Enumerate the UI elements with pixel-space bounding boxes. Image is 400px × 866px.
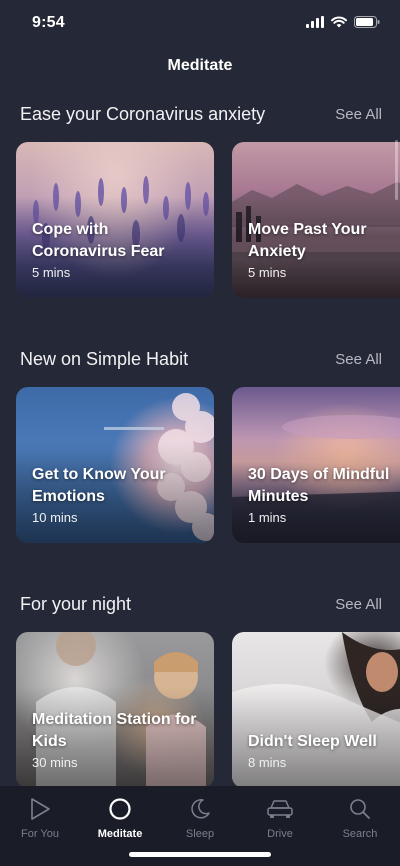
car-icon xyxy=(267,800,293,818)
see-all-button[interactable]: See All xyxy=(335,106,382,123)
status-icons xyxy=(306,16,380,28)
tab-search[interactable]: Search xyxy=(320,796,400,840)
meditation-card[interactable]: Didn't Sleep Well 8 mins xyxy=(232,632,400,788)
card-duration: 8 mins xyxy=(248,755,287,770)
section-coronavirus: Ease your Coronavirus anxiety See All Co… xyxy=(0,104,400,298)
section-new: New on Simple Habit See All Get to Know … xyxy=(0,349,400,543)
see-all-button[interactable]: See All xyxy=(335,351,382,368)
card-title: Cope with Coronavirus Fear xyxy=(32,221,165,260)
search-icon xyxy=(350,799,370,819)
status-time: 9:54 xyxy=(32,14,65,31)
section-night: For your night See All Meditation Statio… xyxy=(0,594,400,788)
meditation-card[interactable]: Meditation Station for Kids 30 mins xyxy=(16,632,214,788)
page-title: Meditate xyxy=(167,57,233,74)
card-title: Meditation Station for Kids xyxy=(32,711,197,750)
card-row[interactable]: Meditation Station for Kids 30 mins Didn… xyxy=(16,632,400,788)
tab-sleep[interactable]: Sleep xyxy=(160,796,240,840)
wifi-icon xyxy=(331,16,347,28)
card-duration: 5 mins xyxy=(32,265,71,280)
card-title: Get to Know Your Emotions xyxy=(32,466,166,505)
cellular-signal-icon xyxy=(306,16,324,28)
meditation-card[interactable]: Move Past Your Anxiety 5 mins xyxy=(232,142,400,298)
section-title: For your night xyxy=(20,594,132,614)
status-bar: 9:54 xyxy=(0,0,400,48)
card-row[interactable]: Cope with Coronavirus Fear 5 mins Move P… xyxy=(16,142,400,298)
meditation-card[interactable]: Cope with Coronavirus Fear 5 mins xyxy=(16,142,214,298)
section-title: New on Simple Habit xyxy=(20,349,189,369)
tab-label: Search xyxy=(342,828,378,840)
home-indicator[interactable] xyxy=(129,852,271,857)
tab-meditate[interactable]: Meditate xyxy=(80,796,160,840)
tab-for-you[interactable]: For You xyxy=(0,796,80,840)
section-title: Ease your Coronavirus anxiety xyxy=(20,104,266,124)
tab-label: For You xyxy=(21,828,59,840)
card-duration: 5 mins xyxy=(248,265,287,280)
tab-label: Sleep xyxy=(185,828,215,840)
battery-icon xyxy=(354,16,380,28)
tab-label: Drive xyxy=(267,828,293,840)
card-duration: 10 mins xyxy=(32,510,78,525)
card-duration: 1 mins xyxy=(248,510,287,525)
meditation-card[interactable]: Get to Know Your Emotions 10 mins xyxy=(16,387,214,543)
circle-icon xyxy=(109,798,131,820)
tab-label: Meditate xyxy=(97,828,143,840)
play-icon xyxy=(31,798,50,820)
card-title: 30 Days of Mindful Minutes xyxy=(248,466,390,505)
card-title: Move Past Your Anxiety xyxy=(248,221,367,260)
meditation-card[interactable]: 30 Days of Mindful Minutes 1 mins xyxy=(232,387,400,543)
tab-drive[interactable]: Drive xyxy=(240,796,320,840)
moon-icon xyxy=(191,799,210,819)
card-title: Didn't Sleep Well xyxy=(248,733,377,750)
see-all-button[interactable]: See All xyxy=(335,596,382,613)
card-row[interactable]: Get to Know Your Emotions 10 mins 30 Day… xyxy=(16,387,400,543)
scrollbar[interactable] xyxy=(395,140,398,200)
card-duration: 30 mins xyxy=(32,755,78,770)
